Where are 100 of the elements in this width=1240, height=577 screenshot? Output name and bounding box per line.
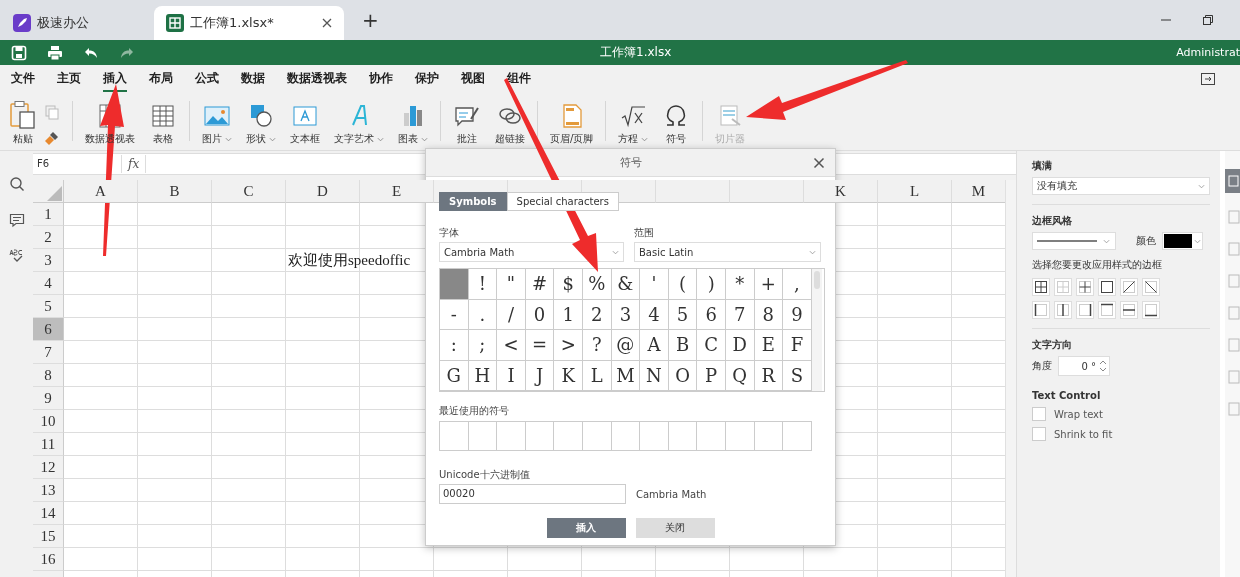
outer-border-icon[interactable] [1098, 278, 1116, 296]
close-button[interactable]: 关闭 [635, 518, 715, 538]
column-header[interactable]: M [952, 180, 1005, 203]
symbol-cell[interactable]: O [668, 360, 698, 391]
row-header[interactable]: 6 [33, 318, 64, 341]
print-icon[interactable] [47, 44, 63, 61]
shape-button[interactable]: 形状 [246, 103, 276, 146]
symbol-cell[interactable]: > [554, 330, 583, 361]
symbol-cell[interactable]: I [497, 360, 526, 391]
comment-button[interactable]: 批注 [453, 103, 481, 146]
cell-settings-icon[interactable] [1225, 169, 1240, 193]
symbol-cell[interactable]: @ [611, 330, 641, 361]
user-name[interactable]: Administrat [1176, 46, 1240, 59]
column-header[interactable]: L [878, 180, 952, 203]
vertical-inner-icon[interactable] [1054, 301, 1072, 319]
symbol-cell[interactable]: P [697, 360, 726, 391]
insert-button[interactable]: 插入 [546, 518, 626, 538]
angle-spinner[interactable]: 0 ° [1058, 356, 1110, 376]
symbol-cell[interactable]: % [582, 269, 612, 300]
symbol-cell[interactable]: & [611, 269, 641, 300]
row-header[interactable]: 16 [33, 548, 64, 571]
settings-tab-icon[interactable] [1225, 305, 1240, 321]
close-icon[interactable] [322, 18, 332, 28]
symbol-cell[interactable]: + [754, 269, 784, 300]
row-header[interactable]: 10 [33, 410, 64, 433]
symbol-cell[interactable]: 9 [783, 299, 812, 330]
equation-button[interactable]: 方程 [618, 103, 649, 146]
line-style-select[interactable] [1032, 232, 1116, 250]
symbol-cell[interactable]: 3 [611, 299, 641, 330]
symbol-cell[interactable]: " [497, 269, 526, 300]
symbol-cell[interactable]: ? [582, 330, 612, 361]
menu-tab[interactable]: 数据透视表 [287, 65, 347, 92]
scroll-bar[interactable] [811, 269, 822, 391]
symbol-cell[interactable]: E [754, 330, 784, 361]
comment-icon[interactable] [8, 212, 25, 228]
menu-tab[interactable]: 视图 [461, 65, 485, 92]
symbol-cell[interactable]: G [440, 360, 469, 391]
symbol-cell[interactable]: R [754, 360, 784, 391]
table-button[interactable]: 表格 [149, 103, 177, 146]
row-header[interactable]: 9 [33, 387, 64, 410]
horizontal-inner-icon[interactable] [1120, 301, 1138, 319]
symbol-cell[interactable]: : [440, 330, 469, 361]
symbol-cell[interactable]: K [554, 360, 583, 391]
row-header[interactable]: 4 [33, 272, 64, 295]
hyperlink-button[interactable]: 超链接 [495, 103, 525, 146]
symbol-cell[interactable]: * [725, 269, 755, 300]
symbol-cell[interactable]: = [525, 330, 555, 361]
font-select[interactable]: Cambria Math [439, 242, 624, 262]
checkbox-option[interactable]: Wrap text [1032, 407, 1210, 421]
symbol-cell[interactable]: , [783, 269, 812, 300]
settings-tab-icon[interactable] [1225, 369, 1240, 385]
menu-tab[interactable]: 数据 [241, 65, 265, 92]
menu-tab[interactable]: 公式 [195, 65, 219, 92]
menu-tab[interactable]: 协作 [369, 65, 393, 92]
row-header[interactable]: 11 [33, 433, 64, 456]
settings-tab-icon[interactable] [1225, 209, 1240, 225]
dialog-tab[interactable]: Symbols [439, 192, 507, 211]
symbol-cell[interactable]: ' [640, 269, 669, 300]
symbol-cell[interactable]: J [525, 360, 555, 391]
row-header[interactable]: 5 [33, 295, 64, 318]
browser-tab[interactable]: 工作簿1.xlsx* [154, 6, 344, 40]
symbol-cell[interactable]: . [468, 299, 498, 330]
spellcheck-icon[interactable] [8, 248, 25, 264]
copy-icon[interactable] [44, 104, 60, 120]
row-header[interactable]: 1 [33, 203, 64, 226]
left-border-icon[interactable] [1032, 301, 1050, 319]
symbol-cell[interactable]: M [611, 360, 641, 391]
color-picker[interactable] [1162, 232, 1203, 250]
row-header[interactable]: 8 [33, 364, 64, 387]
save-icon[interactable] [11, 44, 27, 61]
menu-tab[interactable]: 保护 [415, 65, 439, 92]
row-header[interactable]: 7 [33, 341, 64, 364]
menu-tab[interactable]: 文件 [11, 65, 35, 92]
diagonal-up-icon[interactable] [1120, 278, 1138, 296]
symbol-cell[interactable]: S [783, 360, 812, 391]
symbol-cell[interactable]: N [640, 360, 669, 391]
omega-button[interactable]: 符号 [662, 103, 691, 146]
browser-tab[interactable]: 极速办公 [1, 6, 153, 40]
column-header[interactable]: E [360, 180, 434, 203]
new-tab-button[interactable]: + [362, 8, 379, 32]
symbol-cell[interactable]: 2 [582, 299, 612, 330]
top-border-icon[interactable] [1098, 301, 1116, 319]
function-button[interactable]: fx [122, 155, 147, 173]
symbol-cell[interactable]: / [497, 299, 526, 330]
menu-tab[interactable]: 组件 [507, 65, 531, 92]
settings-tab-icon[interactable] [1225, 401, 1240, 417]
symbol-cell[interactable]: H [468, 360, 498, 391]
row-header[interactable]: 12 [33, 456, 64, 479]
settings-tab-icon[interactable] [1225, 273, 1240, 289]
symbol-cell[interactable] [440, 269, 469, 300]
symbol-cell[interactable]: F [783, 330, 812, 361]
row-header[interactable]: 2 [33, 226, 64, 249]
symbol-cell[interactable]: 1 [554, 299, 583, 330]
dialog-tab[interactable]: Special characters [506, 192, 619, 211]
menu-tab[interactable]: 布局 [149, 65, 173, 92]
chart-button[interactable]: 图表 [398, 103, 428, 146]
right-border-icon[interactable] [1076, 301, 1094, 319]
symbol-cell[interactable]: # [525, 269, 555, 300]
symbol-cell[interactable]: 0 [525, 299, 555, 330]
row-header[interactable]: 13 [33, 479, 64, 502]
